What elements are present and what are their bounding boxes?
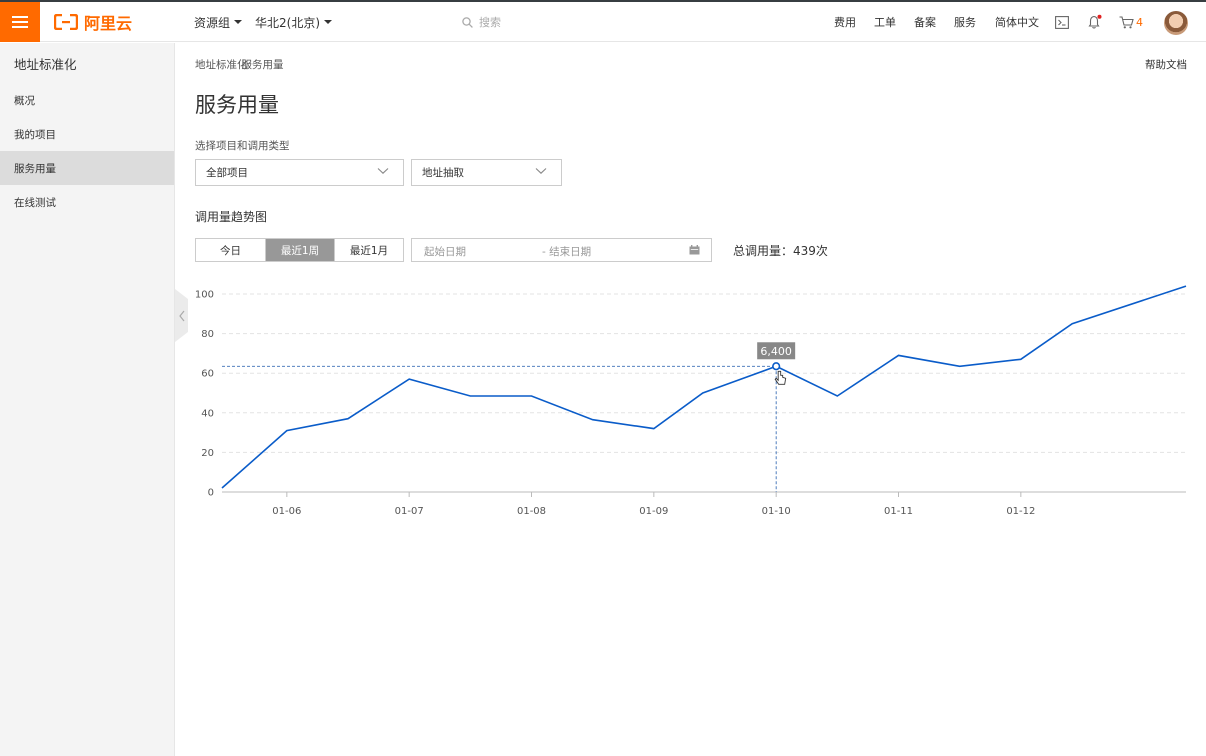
top-link-tickets[interactable]: 工单 [874,2,896,42]
sidebar-item-overview[interactable]: 概况 [0,83,174,117]
chevron-down-icon [377,168,389,174]
language-switch[interactable]: 简体中文 [995,2,1039,42]
range-today-button[interactable]: 今日 [196,239,265,261]
x-tick-label: 01-07 [395,506,424,517]
terminal-icon[interactable] [1055,16,1069,29]
region-dropdown[interactable]: 华北2(北京) [255,2,332,42]
y-tick-label: 100 [195,290,214,301]
call-type-select[interactable]: 地址抽取 [411,159,562,186]
breadcrumb-parent[interactable]: 地址标准化 [195,59,248,71]
x-tick-label: 01-12 [1006,506,1035,517]
x-tick-label: 01-10 [762,506,791,517]
select-label: 选择项目和调用类型 [195,140,290,152]
menu-button[interactable] [0,1,40,42]
help-docs-link[interactable]: 帮助文档 [1145,57,1187,72]
x-tick-label: 01-09 [639,506,668,517]
region-label: 华北2(北京) [255,15,320,30]
project-select-value: 全部项目 [206,167,248,179]
time-range-group: 今日 最近1周 最近1月 [195,238,404,262]
range-month-button[interactable]: 最近1月 [334,239,403,261]
section-title: 调用量趋势图 [195,210,268,224]
chart-tooltip: 6,400 [222,342,796,492]
sidebar-item-online-test[interactable]: 在线测试 [0,185,174,219]
top-navbar: 阿里云 资源组 华北2(北京) 搜索 费用 工单 备案 服务 简体中文 4 [0,1,1206,42]
range-week-button[interactable]: 最近1周 [265,239,334,261]
y-tick-label: 20 [201,448,214,459]
top-link-billing[interactable]: 费用 [834,2,856,42]
sidebar-collapse-toggle[interactable] [175,289,188,342]
x-tick-label: 01-06 [272,506,301,517]
y-tick-label: 40 [201,408,214,419]
sidebar-item-service-usage[interactable]: 服务用量 [0,151,174,185]
cart-button[interactable]: 4 [1119,2,1143,42]
user-avatar[interactable] [1164,11,1188,35]
aliyun-logo-icon [54,13,78,30]
top-link-service[interactable]: 服务 [954,2,976,42]
chart-grid [222,293,1186,453]
search-icon [462,16,473,28]
cart-count: 4 [1136,15,1143,29]
caret-down-icon [324,20,332,24]
logo-text: 阿里云 [84,13,133,33]
project-select[interactable]: 全部项目 [195,159,404,186]
start-date-input[interactable]: 起始日期 [424,244,466,259]
usage-trend-chart[interactable]: 0 20 40 60 80 100 01-06 01-07 01-08 01-09 01-10 01-… [195,275,1195,525]
search-placeholder: 搜索 [479,16,501,29]
x-tick-label: 01-08 [517,506,546,517]
resource-group-label: 资源组 [194,15,231,30]
y-tick-label: 0 [208,488,214,499]
total-calls: 总调用量：439次 [733,244,828,258]
global-search[interactable]: 搜索 [462,2,501,42]
breadcrumb-current: 服务用量 [241,59,284,71]
sidebar-title: 地址标准化 [14,56,77,72]
chevron-down-icon [535,168,547,174]
data-point-marker [772,362,781,371]
chevron-left-icon [178,310,184,321]
resource-group-dropdown[interactable]: 资源组 [194,2,243,42]
hamburger-icon [12,15,28,28]
call-type-select-value: 地址抽取 [422,167,464,179]
breadcrumb: 地址标准化服务用量 [195,57,284,72]
caret-down-icon [234,20,243,24]
x-tick-label: 01-11 [884,506,913,517]
y-tick-label: 80 [201,329,214,340]
sidebar-item-my-projects[interactable]: 我的项目 [0,117,174,151]
top-link-filing[interactable]: 备案 [914,2,936,42]
y-tick-label: 60 [201,369,214,380]
cart-icon [1119,15,1134,28]
end-date-input[interactable]: - 结束日期 [542,244,591,259]
page-title: 服务用量 [195,93,279,117]
series-line [221,285,1187,489]
sidebar: 地址标准化 概况 我的项目 服务用量 在线测试 [0,43,175,756]
aliyun-logo[interactable]: 阿里云 [54,2,132,42]
bell-icon[interactable] [1087,14,1103,30]
chart-series [221,285,1187,489]
chart-axes: 0 20 40 60 80 100 01-06 01-07 01-08 01-09 01-10 01-… [195,290,1186,517]
date-range-picker[interactable]: 起始日期 - 结束日期 [411,238,712,262]
calendar-icon [689,245,700,255]
tooltip-label: 6,400 [760,345,792,358]
